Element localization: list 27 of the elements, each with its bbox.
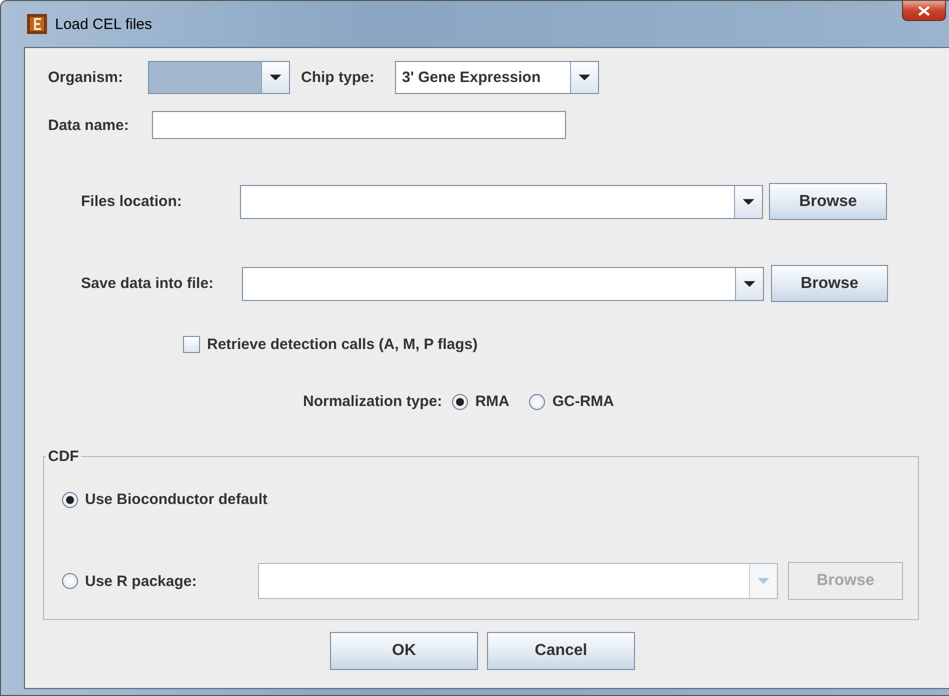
radio-label: Use R package: xyxy=(85,572,197,590)
cancel-button[interactable]: Cancel xyxy=(487,632,635,670)
chip-type-label: Chip type: xyxy=(301,69,376,86)
window-title: Load CEL files xyxy=(55,16,152,32)
close-icon xyxy=(918,6,930,16)
group-title: CDF xyxy=(47,448,80,465)
browse-button[interactable]: Browse xyxy=(769,183,887,220)
checkbox-label: Retrieve detection calls (A, M, P flags) xyxy=(207,336,478,353)
radio-button[interactable] xyxy=(62,573,78,589)
close-button[interactable] xyxy=(902,1,946,21)
radio-label: GC-RMA xyxy=(552,393,614,410)
chip-type-dropdown[interactable]: 3' Gene Expression xyxy=(395,61,599,94)
ok-button[interactable]: OK xyxy=(330,632,478,670)
browse-button[interactable]: Browse xyxy=(771,265,888,302)
checkbox[interactable] xyxy=(183,336,200,353)
app-icon xyxy=(27,14,47,34)
radio-label: Use Bioconductor default xyxy=(85,491,268,508)
radio-label: RMA xyxy=(475,393,510,410)
organism-label: Organism: xyxy=(48,69,124,86)
normalization-label: Normalization type: xyxy=(303,393,442,410)
radio-button[interactable] xyxy=(452,394,468,410)
radio-button[interactable] xyxy=(529,394,546,410)
radio-button[interactable] xyxy=(62,492,78,508)
data-name-label: Data name: xyxy=(48,116,130,134)
save-data-label: Save data into file: xyxy=(81,275,215,292)
files-location-label: Files location: xyxy=(81,193,183,210)
data-name-field[interactable] xyxy=(152,111,566,139)
